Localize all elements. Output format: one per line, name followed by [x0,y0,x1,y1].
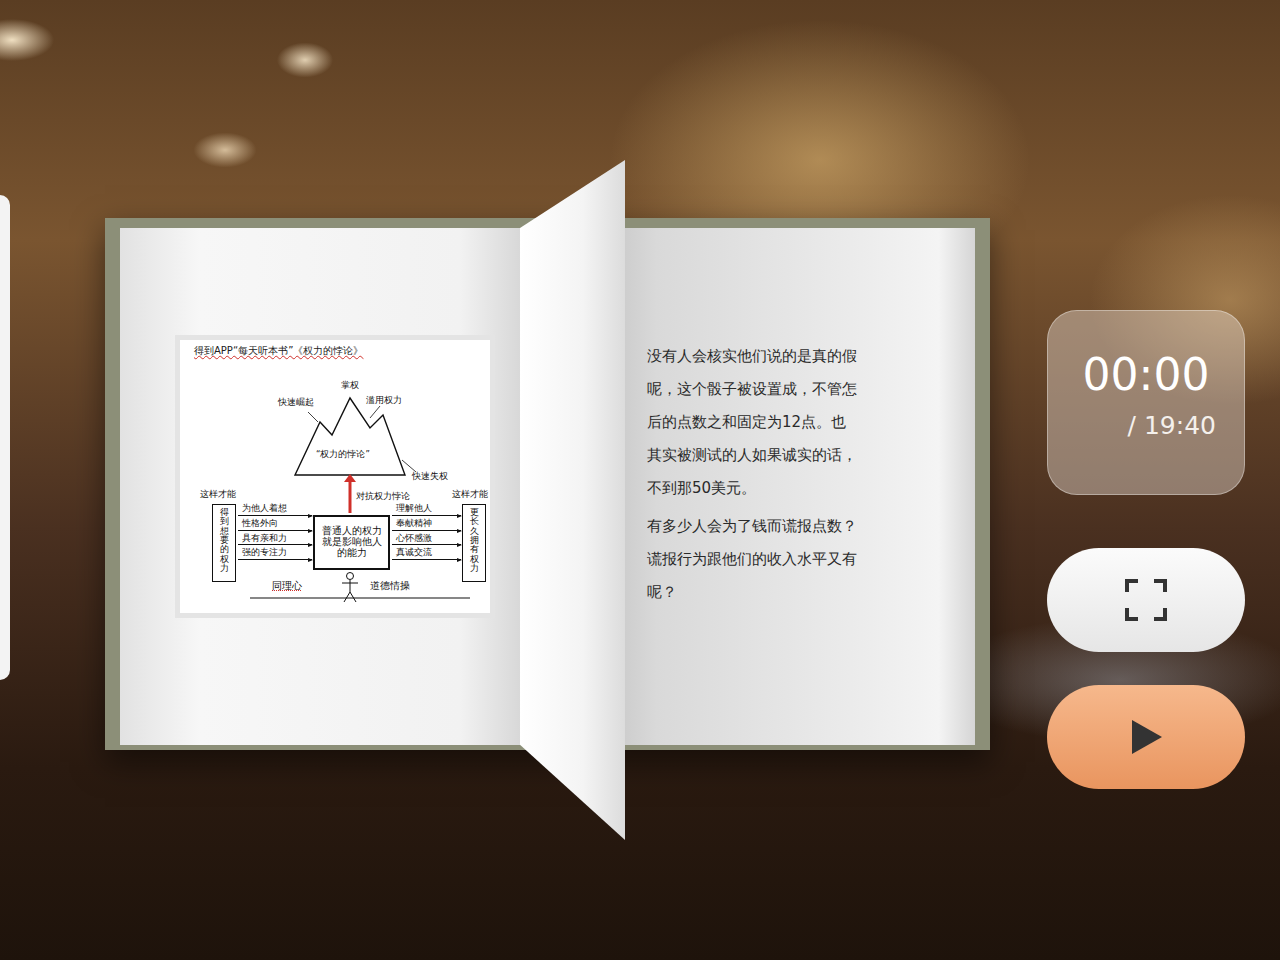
text-line: 呢，这个骰子被设置成，不管怎 [647,373,965,406]
paragraph: 有多少人会为了钱而谎报点数？谎报行为跟他们的收入水平又有呢？ [647,510,965,609]
trait-arrow: 真诚交流 [392,548,461,560]
diagram-title: 得到APP“每天听本书”《权力的悖论》 [194,345,363,357]
diagram-image: 得到APP“每天听本书”《权力的悖论》 掌权 快速崛起 滥用权力 “权力的悖论”… [175,335,495,618]
time-display: 00:00 / 19:40 [1047,310,1245,495]
right-goal-box: 更长久拥有权力 [462,504,486,582]
paragraph: 没有人会核实他们说的是真的假呢，这个骰子被设置成，不管怎后的点数之和固定为12点… [647,340,965,505]
left-page: 得到APP“每天听本书”《权力的悖论》 掌权 快速崛起 滥用权力 “权力的悖论”… [120,228,520,745]
right-caption: 这样才能 [452,490,488,500]
left-caption: 这样才能 [200,490,236,500]
core-box: 普通人的权力就是影响他人的能力 [313,515,390,570]
turning-page[interactable] [520,160,625,840]
right-traits: 理解他人奉献精神心怀感激真诚交流 [392,504,461,560]
play-button[interactable] [1047,685,1245,789]
side-panel[interactable] [0,195,10,680]
trait-arrow: 奉献精神 [392,519,461,531]
text-line: 后的点数之和固定为12点。也 [647,406,965,439]
mountain-label: “权力的悖论” [316,450,370,460]
trait-arrow: 强的专注力 [238,548,312,560]
left-traits: 为他人着想性格外向具有亲和力强的专注力 [238,504,312,560]
text-line: 其实被测试的人如果诚实的话， [647,439,965,472]
trait-arrow: 性格外向 [238,519,312,531]
trait-arrow: 心怀感激 [392,534,461,546]
abuse-label: 滥用权力 [366,396,402,406]
play-icon [1126,717,1166,757]
foundation-label: 道德情操 [370,580,410,592]
text-line: 有多少人会为了钱而谎报点数？ [647,510,965,543]
elapsed-time: 00:00 [1062,351,1230,399]
left-goal-box: 得到想要的权力 [212,504,236,582]
trait-arrow: 具有亲和力 [238,534,312,546]
fullscreen-icon [1123,577,1169,623]
foundation-label: 同理心 [272,580,302,592]
fullscreen-button[interactable] [1047,548,1245,652]
text-line: 呢？ [647,576,965,609]
text-line: 没有人会核实他们说的是真的假 [647,340,965,373]
fall-label: 快速失权 [412,472,448,482]
duration-time: / 19:40 [1062,411,1230,441]
text-line: 不到那50美元。 [647,472,965,505]
trait-arrow: 理解他人 [392,504,461,516]
summit-label: 掌权 [341,380,359,390]
rise-label: 快速崛起 [278,398,314,408]
text-line: 谎报行为跟他们的收入水平又有 [647,543,965,576]
counter-label: 对抗权力悖论 [356,492,410,502]
book[interactable]: 得到APP“每天听本书”《权力的悖论》 掌权 快速崛起 滥用权力 “权力的悖论”… [105,218,990,750]
trait-arrow: 为他人着想 [238,504,312,516]
